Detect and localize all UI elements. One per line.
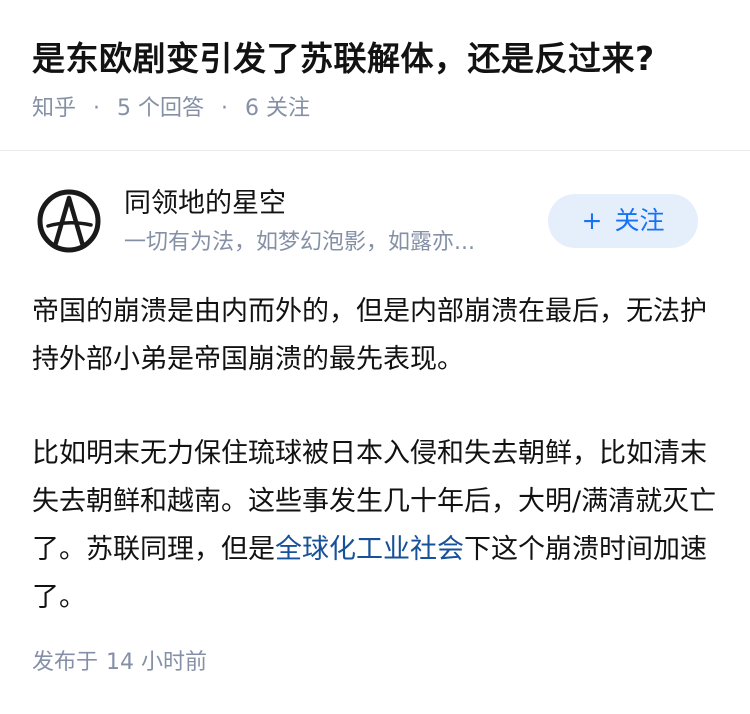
answer-count[interactable]: 5 个回答 [117,96,204,121]
follow-label: 关注 [614,206,665,235]
author-name[interactable]: 同领地的星空 [124,184,286,224]
meta-separator: · [93,96,101,121]
publish-info: 发布于 14 小时前 [32,646,207,680]
author-row: 同领地的星空 一切有为法，如梦幻泡影，如露亦... + 关注 [32,180,702,260]
anarchy-circle-a-icon [37,189,101,253]
answer-paragraph: 帝国的崩溃是由内而外的，但是内部崩溃在最后，无法护持外部小弟是帝国崩溃的最先表现… [32,296,707,375]
header-divider [0,150,750,151]
follow-button[interactable]: + 关注 [548,194,698,248]
topic-link[interactable]: 全球化工业社会 [275,534,464,565]
follower-count[interactable]: 6 关注 [245,96,310,121]
published-time: 14 小时前 [106,650,208,675]
avatar[interactable] [36,188,102,254]
answer-paragraph: 比如明末无力保住琉球被日本入侵和失去朝鲜，比如清末失去朝鲜和越南。这些事发生几十… [32,430,722,622]
question-title[interactable]: 是东欧剧变引发了苏联解体，还是反过来? [32,36,655,82]
meta-separator: · [221,96,229,121]
answer-body: 帝国的崩溃是由内而外的，但是内部崩溃在最后，无法护持外部小弟是帝国崩溃的最先表现… [32,288,722,668]
question-meta: 知乎 · 5 个回答 · 6 关注 [32,93,310,125]
source-label[interactable]: 知乎 [32,96,76,121]
plus-icon: + [581,206,603,235]
published-label: 发布于 [32,650,99,675]
author-bio: 一切有为法，如梦幻泡影，如露亦... [124,230,475,255]
